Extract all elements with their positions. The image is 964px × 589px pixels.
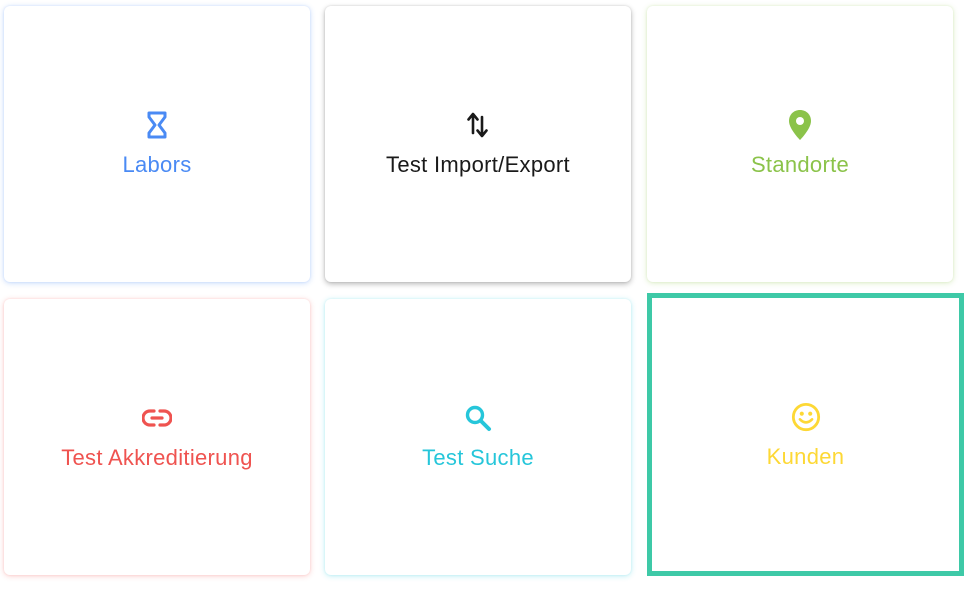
tile-label: Labors (122, 152, 192, 177)
tile-label: Standorte (750, 152, 850, 177)
tile-label: Test Suche (422, 445, 534, 470)
tile-label: Test Akkreditierung (61, 445, 253, 470)
tile-labors[interactable]: Labors (4, 6, 310, 282)
tile-test-import-export[interactable]: Test Import/Export (325, 6, 631, 282)
tile-test-akkreditierung[interactable]: Test Akkreditierung (4, 299, 310, 575)
link-icon (142, 403, 172, 433)
swap-vertical-icon (463, 110, 493, 140)
search-icon (463, 403, 493, 433)
tile-label: Test Import/Export (386, 152, 570, 177)
smiley-icon (791, 402, 821, 432)
tile-test-suche[interactable]: Test Suche (325, 299, 631, 575)
tile-label: Kunden (766, 444, 845, 469)
tile-kunden[interactable]: Kunden (647, 293, 964, 576)
hourglass-icon (142, 110, 172, 140)
tile-standorte[interactable]: Standorte (647, 6, 953, 282)
map-pin-icon (785, 110, 815, 140)
